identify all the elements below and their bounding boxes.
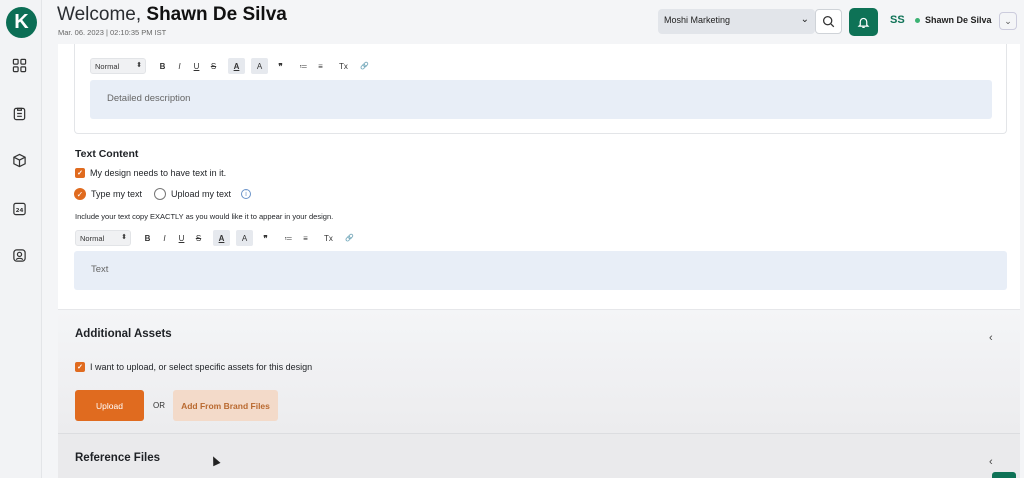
- link-button[interactable]: 🔗: [356, 58, 373, 74]
- chevron-left-icon[interactable]: ‹: [989, 332, 993, 344]
- text-color-button[interactable]: A: [213, 230, 230, 246]
- highlight-button[interactable]: A: [236, 230, 253, 246]
- ordered-list-button[interactable]: ≔: [295, 58, 312, 74]
- additional-assets-title: Additional Assets: [75, 328, 172, 340]
- bold-button[interactable]: B: [139, 230, 156, 246]
- format-select-value: Normal: [95, 62, 120, 71]
- reference-files-title: Reference Files: [75, 452, 161, 464]
- upload-assets-label: I want to upload, or select specific ass…: [90, 362, 313, 372]
- highlight-button[interactable]: A: [251, 58, 268, 74]
- select-arrows-icon: ⬍: [136, 62, 142, 69]
- quote-button[interactable]: ❞: [272, 58, 289, 74]
- workspace-select[interactable]: Moshi Marketing ⌄: [658, 9, 815, 34]
- link-button[interactable]: 🔗: [341, 230, 358, 246]
- chevron-left-icon[interactable]: ‹: [989, 456, 993, 468]
- upload-button[interactable]: Upload: [75, 390, 144, 421]
- italic-button[interactable]: I: [171, 58, 188, 74]
- clear-format-button[interactable]: Tx: [320, 230, 337, 246]
- welcome-prefix: Welcome,: [57, 4, 147, 25]
- ordered-list-button[interactable]: ≔: [280, 230, 297, 246]
- online-status-dot: [915, 18, 920, 23]
- bold-button[interactable]: B: [154, 58, 171, 74]
- underline-button[interactable]: U: [188, 58, 205, 74]
- description-toolbar: Normal ⬍ B I U S A A ❞ ≔ ≡ Tx 🔗: [90, 58, 373, 74]
- sidebar: K 24: [0, 0, 42, 478]
- underline-button[interactable]: U: [173, 230, 190, 246]
- workspace-value: Moshi Marketing: [664, 15, 731, 25]
- calendar-24-icon[interactable]: 24: [11, 200, 27, 216]
- main-content: Normal ⬍ B I U S A A ❞ ≔ ≡ Tx 🔗 Detailed …: [58, 44, 1020, 478]
- text-content-title: Text Content: [75, 148, 139, 160]
- user-menu-chevron-icon[interactable]: ⌄: [999, 12, 1017, 30]
- search-icon: [822, 15, 835, 28]
- format-select-value: Normal: [80, 234, 105, 243]
- top-header: Welcome, Shawn De Silva Mar. 06. 2023 | …: [42, 0, 1024, 44]
- welcome-user-name: Shawn De Silva: [146, 4, 287, 25]
- description-input[interactable]: Detailed description: [90, 80, 992, 119]
- strike-button[interactable]: S: [205, 58, 222, 74]
- profile-icon[interactable]: [11, 247, 27, 263]
- upload-text-radio[interactable]: [154, 188, 166, 200]
- quote-button[interactable]: ❞: [257, 230, 274, 246]
- upload-text-label: Upload my text: [171, 189, 232, 199]
- text-input[interactable]: Text: [74, 251, 1007, 290]
- strike-button[interactable]: S: [190, 230, 207, 246]
- box-icon[interactable]: [11, 152, 27, 168]
- type-text-radio[interactable]: ✓: [74, 188, 86, 200]
- upload-assets-checkbox[interactable]: ✓: [75, 362, 85, 372]
- or-label: OR: [153, 401, 165, 410]
- right-gutter: [1020, 44, 1024, 478]
- text-color-button[interactable]: A: [228, 58, 245, 74]
- page-title: Welcome, Shawn De Silva: [57, 4, 287, 26]
- info-icon[interactable]: i: [241, 189, 251, 199]
- text-toolbar: Normal ⬍ B I U S A A ❞ ≔ ≡ Tx 🔗: [75, 230, 358, 246]
- app-logo[interactable]: K: [6, 7, 37, 38]
- avatar[interactable]: SS: [890, 14, 905, 26]
- select-arrows-icon: ⬍: [121, 234, 127, 241]
- bullet-list-button[interactable]: ≡: [297, 230, 314, 246]
- chevron-down-icon: ⌄: [800, 14, 809, 25]
- needs-text-label: My design needs to have text in it.: [90, 168, 227, 178]
- type-text-label: Type my text: [91, 189, 143, 199]
- add-from-brand-files-button[interactable]: Add From Brand Files: [173, 390, 278, 421]
- format-select[interactable]: Normal ⬍: [75, 230, 131, 246]
- additional-assets-section: Additional Assets ‹ ✓ I want to upload, …: [58, 309, 1020, 433]
- dashboard-icon[interactable]: [11, 57, 27, 73]
- notifications-button[interactable]: [849, 8, 878, 36]
- chat-widget-button[interactable]: [992, 472, 1016, 478]
- current-datetime: Mar. 06. 2023 | 02:10:35 PM IST: [58, 28, 167, 37]
- italic-button[interactable]: I: [156, 230, 173, 246]
- text-copy-note: Include your text copy EXACTLY as you wo…: [75, 212, 334, 221]
- clear-format-button[interactable]: Tx: [335, 58, 352, 74]
- bell-icon: [857, 17, 870, 28]
- search-button[interactable]: [815, 9, 842, 34]
- user-name[interactable]: Shawn De Silva: [925, 15, 992, 25]
- bullet-list-button[interactable]: ≡: [312, 58, 329, 74]
- calendar-badge: 24: [15, 207, 23, 213]
- clipboard-icon[interactable]: [11, 105, 27, 121]
- format-select[interactable]: Normal ⬍: [90, 58, 146, 74]
- needs-text-checkbox[interactable]: ✓: [75, 168, 85, 178]
- description-editor: Normal ⬍ B I U S A A ❞ ≔ ≡ Tx 🔗 Detailed …: [74, 44, 1007, 134]
- logo-letter: K: [14, 11, 29, 33]
- reference-files-section: Reference Files ‹: [58, 433, 1020, 478]
